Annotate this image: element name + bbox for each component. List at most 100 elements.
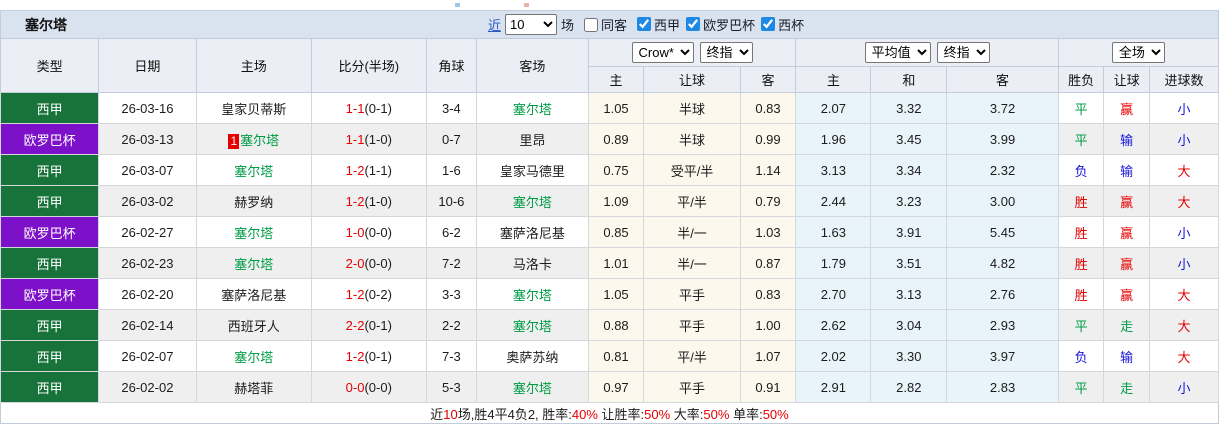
recent-link[interactable]: 近 bbox=[488, 15, 501, 34]
odds-away: 0.83 bbox=[740, 279, 796, 310]
scope-select[interactable]: 全场 bbox=[1112, 42, 1165, 63]
result-handicap: 输 bbox=[1104, 124, 1150, 155]
away-team: 塞尔塔 bbox=[477, 93, 588, 124]
league-badge: 西甲 bbox=[1, 372, 99, 403]
match-date: 26-02-20 bbox=[99, 279, 196, 310]
league-filter-toggle[interactable]: 西杯 bbox=[755, 15, 804, 34]
home-team: 皇家贝蒂斯 bbox=[196, 93, 312, 124]
home-team: 赫塔菲 bbox=[196, 372, 312, 403]
result-handicap: 赢 bbox=[1104, 186, 1150, 217]
avg-draw-odds: 3.04 bbox=[871, 310, 947, 341]
odds-stage-select[interactable]: 终指 bbox=[700, 42, 753, 63]
avg-away-odds: 3.72 bbox=[947, 93, 1058, 124]
odds-home: 1.05 bbox=[588, 279, 644, 310]
avg-draw-odds: 3.23 bbox=[871, 186, 947, 217]
league-filter-checkbox[interactable] bbox=[637, 17, 651, 31]
corner-count: 7-3 bbox=[426, 341, 477, 372]
filter-controls: 近 10 场 同客 西甲欧罗巴杯西杯 bbox=[488, 11, 804, 38]
halftime-score: (0-1) bbox=[364, 318, 391, 333]
league-badge: 欧罗巴杯 bbox=[1, 124, 99, 155]
result-winloss: 胜 bbox=[1058, 279, 1104, 310]
avg-away-odds: 3.00 bbox=[947, 186, 1058, 217]
home-team-name: 皇家贝蒂斯 bbox=[221, 102, 286, 117]
score: 1-2(1-1) bbox=[312, 155, 427, 186]
summary-segment: 单率: bbox=[729, 407, 762, 422]
result-handicap: 赢 bbox=[1104, 217, 1150, 248]
odds-home: 0.75 bbox=[588, 155, 644, 186]
league-badge: 西甲 bbox=[1, 93, 99, 124]
fulltime-score: 1-2 bbox=[346, 287, 365, 302]
fulltime-score: 2-2 bbox=[346, 318, 365, 333]
col-header-date: 日期 bbox=[99, 39, 196, 93]
avg-draw-odds: 3.51 bbox=[871, 248, 947, 279]
odds-away: 0.91 bbox=[740, 372, 796, 403]
page-title: 塞尔塔 bbox=[1, 15, 67, 35]
away-team-name: 里昂 bbox=[519, 133, 545, 148]
rank-badge: 1 bbox=[228, 134, 239, 149]
home-team-name: 西班牙人 bbox=[228, 319, 280, 334]
avg-home-odds: 1.63 bbox=[796, 217, 871, 248]
league-filter-toggle[interactable]: 西甲 bbox=[631, 15, 680, 34]
avg-draw-odds: 3.30 bbox=[871, 341, 947, 372]
summary-segment: 40% bbox=[572, 407, 598, 422]
summary-segment: 10 bbox=[443, 407, 457, 422]
sub-col-header: 让球 bbox=[644, 67, 740, 93]
match-date: 26-02-27 bbox=[99, 217, 196, 248]
odds-home: 1.09 bbox=[588, 186, 644, 217]
table-row: 西甲26-03-02赫罗纳1-2(1-0)10-6塞尔塔1.09平/半0.792… bbox=[1, 186, 1219, 217]
summary-segment: 大率: bbox=[670, 407, 703, 422]
avg-draw-odds: 2.82 bbox=[871, 372, 947, 403]
away-team: 塞尔塔 bbox=[477, 310, 588, 341]
average-select[interactable]: 平均值 bbox=[865, 42, 931, 63]
result-goals: 小 bbox=[1149, 124, 1218, 155]
halftime-score: (0-0) bbox=[364, 380, 391, 395]
avg-away-odds: 4.82 bbox=[947, 248, 1058, 279]
title-bar: 塞尔塔 近 10 场 同客 西甲欧罗巴杯西杯 bbox=[0, 10, 1219, 38]
away-team: 塞萨洛尼基 bbox=[477, 217, 588, 248]
home-team-name: 塞尔塔 bbox=[234, 350, 273, 365]
home-team: 塞尔塔 bbox=[196, 248, 312, 279]
score: 1-0(0-0) bbox=[312, 217, 427, 248]
corner-count: 7-2 bbox=[426, 248, 477, 279]
result-handicap: 输 bbox=[1104, 341, 1150, 372]
table-row: 西甲26-02-02赫塔菲0-0(0-0)5-3塞尔塔0.97平手0.912.9… bbox=[1, 372, 1219, 403]
halftime-score: (0-2) bbox=[364, 287, 391, 302]
avg-stage-select[interactable]: 终指 bbox=[937, 42, 990, 63]
same-away-checkbox[interactable] bbox=[584, 18, 598, 32]
match-date: 26-02-02 bbox=[99, 372, 196, 403]
home-team-name: 赫塔菲 bbox=[234, 381, 273, 396]
score: 2-2(0-1) bbox=[312, 310, 427, 341]
away-team-name: 奥萨苏纳 bbox=[506, 350, 558, 365]
odds-handicap: 半球 bbox=[644, 124, 740, 155]
league-filter-label: 西甲 bbox=[654, 15, 680, 34]
home-team: 西班牙人 bbox=[196, 310, 312, 341]
away-team-name: 塞尔塔 bbox=[513, 195, 552, 210]
halftime-score: (0-0) bbox=[364, 225, 391, 240]
home-team: 塞萨洛尼基 bbox=[196, 279, 312, 310]
same-away-toggle[interactable]: 同客 bbox=[578, 15, 627, 34]
bookmaker-select[interactable]: Crow* bbox=[632, 42, 694, 63]
col-header-score: 比分(半场) bbox=[312, 39, 427, 93]
odds-away: 0.79 bbox=[740, 186, 796, 217]
same-away-label: 同客 bbox=[601, 15, 627, 34]
corner-count: 3-3 bbox=[426, 279, 477, 310]
league-filter-toggle[interactable]: 欧罗巴杯 bbox=[680, 15, 755, 34]
table-row: 西甲26-02-14西班牙人2-2(0-1)2-2塞尔塔0.88平手1.002.… bbox=[1, 310, 1219, 341]
avg-draw-odds: 3.34 bbox=[871, 155, 947, 186]
scope-group-header: 全场 bbox=[1058, 39, 1218, 67]
score: 1-2(1-0) bbox=[312, 186, 427, 217]
home-team: 塞尔塔 bbox=[196, 155, 312, 186]
odds-away: 0.87 bbox=[740, 248, 796, 279]
fulltime-score: 1-1 bbox=[346, 132, 365, 147]
league-badge: 西甲 bbox=[1, 155, 99, 186]
league-filter-label: 欧罗巴杯 bbox=[703, 15, 755, 34]
match-history-table: 类型 日期 主场 比分(半场) 角球 客场 Crow* 终指 平均值 终指 bbox=[0, 38, 1219, 424]
home-team: 塞尔塔 bbox=[196, 217, 312, 248]
league-filter-checkbox[interactable] bbox=[761, 17, 775, 31]
league-filter-checkbox[interactable] bbox=[686, 17, 700, 31]
avg-home-odds: 2.44 bbox=[796, 186, 871, 217]
fulltime-score: 1-0 bbox=[346, 225, 365, 240]
sub-col-header: 主 bbox=[796, 67, 871, 93]
sub-col-header: 和 bbox=[871, 67, 947, 93]
recent-count-select[interactable]: 10 bbox=[505, 14, 557, 35]
